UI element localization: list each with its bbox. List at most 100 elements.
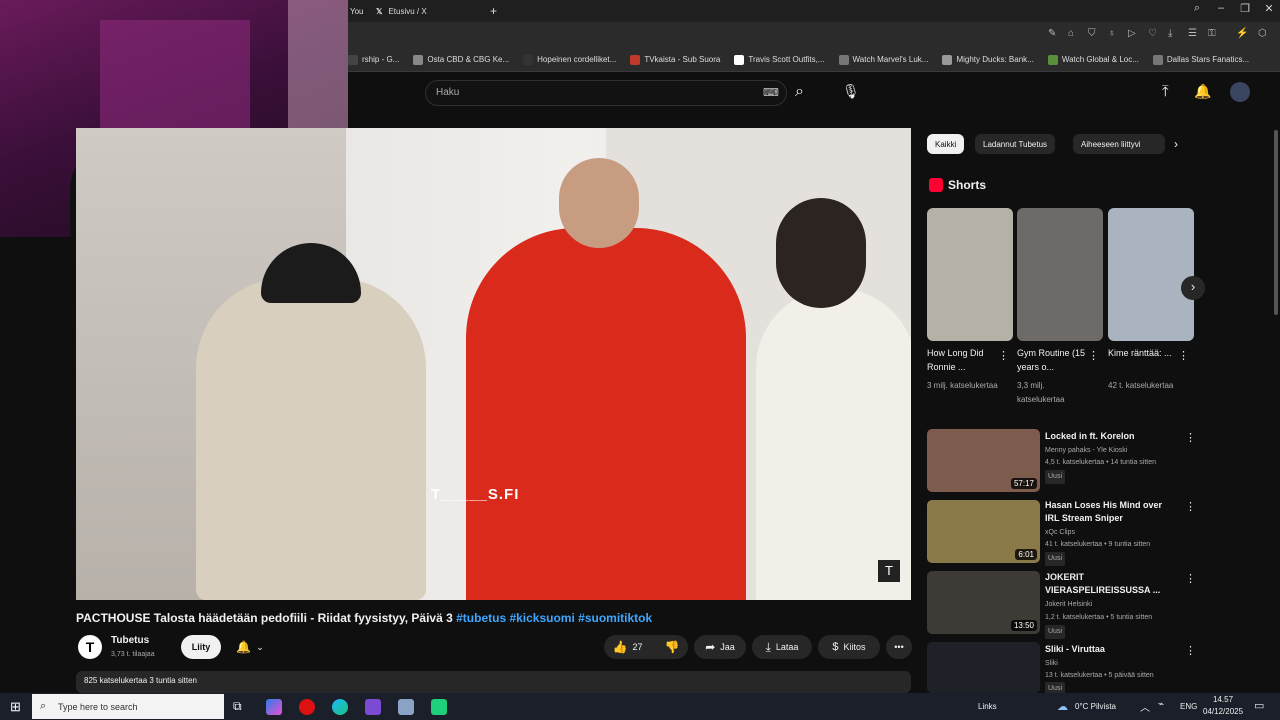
chip-uploaded[interactable]: Ladannut Tubetus (975, 134, 1056, 154)
weather-text[interactable]: 0°C Pilvista (1075, 702, 1116, 711)
like-icon[interactable]: 👍 (613, 640, 628, 654)
short-title[interactable]: How Long Did Ronnie ... (927, 346, 1003, 374)
related-channel[interactable]: Sliki (1045, 658, 1058, 670)
tab-x[interactable]: 𝕏 Etusivu / X (376, 0, 427, 22)
clock-time[interactable]: 14.57 (1213, 695, 1233, 704)
close-icon[interactable]: ✕ (1259, 2, 1279, 15)
tab-youtube[interactable]: You (350, 0, 364, 22)
related-title[interactable]: Sliki - Viruttaa (1045, 643, 1175, 656)
bookmark-item[interactable]: Travis Scott Outfits,... (734, 54, 825, 65)
related-thumbnail[interactable]: 13:50 (927, 571, 1040, 634)
copilot-icon[interactable] (266, 699, 282, 715)
taskbar-search[interactable]: ⌕ Type here to search (32, 694, 224, 719)
more-vert-icon[interactable]: ⋮ (1178, 349, 1189, 362)
keyboard-icon[interactable]: ⌨ (763, 86, 779, 99)
more-vert-icon[interactable]: ⋮ (1185, 500, 1196, 513)
related-thumbnail[interactable] (927, 642, 1040, 693)
bookmark-item[interactable]: Osta CBD & CBG Ke... (413, 54, 509, 65)
microphone-icon[interactable]: 🎙 (842, 83, 860, 100)
related-channel[interactable]: Jokerit Helsinki (1045, 599, 1092, 611)
chip-all[interactable]: Kaikki (927, 134, 965, 154)
like-count[interactable]: 27 (632, 642, 642, 652)
related-title[interactable]: Locked in ft. Korelon (1045, 430, 1175, 443)
short-title[interactable]: Kime ränttää: ... (1108, 346, 1184, 360)
extension-icon[interactable]: ⚡ (1236, 28, 1248, 39)
avatar[interactable] (1230, 82, 1250, 102)
shield-icon[interactable]: ⛉ (1088, 28, 1096, 39)
more-vert-icon[interactable]: ⋮ (998, 349, 1009, 362)
short-thumbnail[interactable] (1108, 208, 1194, 341)
wallet-icon[interactable]: ♁ (1108, 28, 1116, 39)
share-button[interactable]: ➦ Jaa (694, 635, 746, 659)
channel-name[interactable]: Tubetus (111, 635, 149, 646)
search-tabs-icon[interactable]: ⌕ (1187, 2, 1207, 15)
download-button[interactable]: ⤓ Lataa (752, 635, 812, 659)
edge-icon[interactable] (332, 699, 348, 715)
shorts-next-button[interactable]: › (1181, 276, 1205, 300)
opera-gx-icon[interactable] (365, 699, 381, 715)
upload-icon[interactable]: ⤒ (1162, 83, 1169, 100)
minimize-icon[interactable]: – (1211, 2, 1231, 14)
related-channel[interactable]: xQc Clips (1045, 527, 1075, 539)
bookmark-item[interactable]: Dallas Stars Fanatics... (1152, 54, 1249, 65)
chevron-right-icon[interactable]: › (1174, 137, 1178, 151)
bookmark-item[interactable]: Watch Global & Loc... (1047, 54, 1139, 65)
description-box[interactable]: 825 katselukertaa 3 tuntia sitten (76, 671, 911, 693)
heart-icon[interactable]: ♡ (1148, 28, 1157, 39)
video-player[interactable]: T_____S.FI T (76, 128, 911, 600)
channel-avatar[interactable]: T (78, 635, 102, 659)
more-actions-button[interactable]: ••• (886, 635, 912, 659)
search-icon[interactable]: ⌕ (795, 83, 804, 101)
restore-icon[interactable]: ❐ (1235, 2, 1255, 15)
notification-center-icon[interactable]: ▭ (1254, 699, 1264, 712)
taskbar-search-input[interactable]: Type here to search (58, 702, 138, 712)
more-vert-icon[interactable]: ⋮ (1088, 349, 1099, 362)
dislike-icon[interactable]: 👎 (665, 640, 680, 654)
short-thumbnail[interactable] (1017, 208, 1103, 341)
bookmark-item[interactable]: TVkaista - Sub Suora (630, 54, 720, 65)
language-indicator[interactable]: ENG (1180, 702, 1197, 711)
thanks-button[interactable]: $ Kiitos (818, 635, 880, 659)
cube-icon[interactable]: ⬡ (1258, 28, 1267, 39)
search-input[interactable]: Haku (436, 87, 459, 98)
play-icon[interactable]: ▷ (1128, 28, 1136, 39)
notifications-bell-icon[interactable]: 🔔 (1194, 83, 1211, 100)
short-title[interactable]: Gym Routine (15 years o... (1017, 346, 1093, 374)
clock-date[interactable]: 04/12/2025 (1203, 707, 1243, 716)
bookmark-favicon-icon (523, 54, 534, 65)
lock-icon[interactable]: ⚿ (1208, 28, 1216, 39)
more-vert-icon[interactable]: ⋮ (1185, 572, 1196, 585)
app-icon[interactable] (398, 699, 414, 715)
search-box[interactable]: Haku ⌨ (425, 80, 787, 106)
scrollbar[interactable] (1274, 130, 1278, 315)
related-channel[interactable]: Menny pahaks - Yle Kioski (1045, 445, 1127, 457)
more-vert-icon[interactable]: ⋮ (1185, 431, 1196, 444)
join-button[interactable]: Liity (181, 635, 221, 659)
bookmark-item[interactable]: Hopeinen cordelliket... (523, 54, 616, 65)
bookmark-item[interactable]: rship - G... (348, 54, 399, 65)
bookmark-item[interactable]: Watch Marvel's Luk... (838, 54, 928, 65)
windows-start-icon[interactable]: ⊞ (10, 699, 21, 715)
related-thumbnail[interactable]: 6:01 (927, 500, 1040, 563)
more-vert-icon[interactable]: ⋮ (1185, 644, 1196, 657)
chip-related[interactable]: Aiheeseen liittyvi (1073, 134, 1165, 154)
bookmark-item[interactable]: Mighty Ducks: Bank... (942, 54, 1034, 65)
links-toolbar[interactable]: Links (978, 702, 997, 711)
video-hashtags[interactable]: #tubetus #kicksuomi #suomitiktok (456, 611, 652, 625)
related-thumbnail[interactable]: 57:17 (927, 429, 1040, 492)
app-icon[interactable] (431, 699, 447, 715)
related-title[interactable]: JOKERIT VIERASPELIREISSUSSA ... (1045, 571, 1175, 597)
task-view-icon[interactable]: ⧉ (233, 699, 242, 714)
channel-watermark-icon[interactable]: T (878, 560, 900, 582)
download-icon[interactable]: ⤓ (1168, 28, 1172, 39)
network-icon[interactable]: ⌁ (1158, 699, 1164, 710)
related-title[interactable]: Hasan Loses His Mind over IRL Stream Sni… (1045, 499, 1175, 525)
short-thumbnail[interactable] (927, 208, 1013, 341)
home-icon[interactable]: ⌂ (1068, 28, 1074, 39)
opera-icon[interactable] (299, 699, 315, 715)
notification-bell-button[interactable]: 🔔 ⌄ (227, 635, 273, 659)
menu-icon[interactable]: ☰ (1188, 28, 1197, 39)
chevron-up-icon[interactable]: ︿ (1140, 699, 1150, 714)
edit-icon[interactable]: ✎ (1048, 28, 1056, 39)
new-tab-button[interactable]: + (490, 0, 497, 22)
